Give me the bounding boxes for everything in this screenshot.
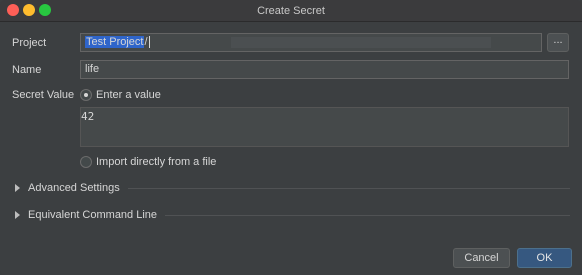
name-value: life [85,63,100,75]
command-line-label: Equivalent Command Line [28,209,158,221]
import-file-label[interactable]: Import directly from a file [96,156,216,168]
maximize-window-icon[interactable] [39,4,51,16]
ok-button[interactable]: OK [517,248,572,268]
enter-value-label[interactable]: Enter a value [96,89,161,101]
name-field[interactable]: life [80,60,569,79]
close-window-icon[interactable] [7,4,19,16]
advanced-settings-label: Advanced Settings [28,182,120,194]
section-divider [165,214,570,216]
import-file-radio[interactable] [80,156,92,168]
minimize-window-icon[interactable] [23,4,35,16]
section-divider [127,187,570,189]
title-bar: Create Secret [0,0,582,22]
expand-triangle-icon [15,211,20,219]
secret-value-text: 42 [81,110,95,123]
advanced-settings-section[interactable]: Advanced Settings [12,182,570,194]
secret-value-label: Secret Value [12,89,75,101]
command-line-section[interactable]: Equivalent Command Line [12,209,570,221]
secret-value-textarea[interactable]: 42 [80,107,569,147]
text-caret [148,36,150,49]
window-title: Create Secret [257,4,325,17]
cancel-button[interactable]: Cancel [453,248,510,268]
enter-value-radio[interactable] [80,89,92,101]
project-label: Project [12,37,47,49]
browse-project-button[interactable]: ... [547,33,569,52]
project-path-separator: / [144,36,148,48]
create-secret-dialog: Create Secret Project Test Project/ ... … [0,0,582,275]
project-field[interactable]: Test Project/ [80,33,542,52]
project-selected-text: Test Project [85,36,145,48]
expand-triangle-icon [15,184,20,192]
name-label: Name [12,64,42,76]
project-path-redacted [231,37,491,48]
